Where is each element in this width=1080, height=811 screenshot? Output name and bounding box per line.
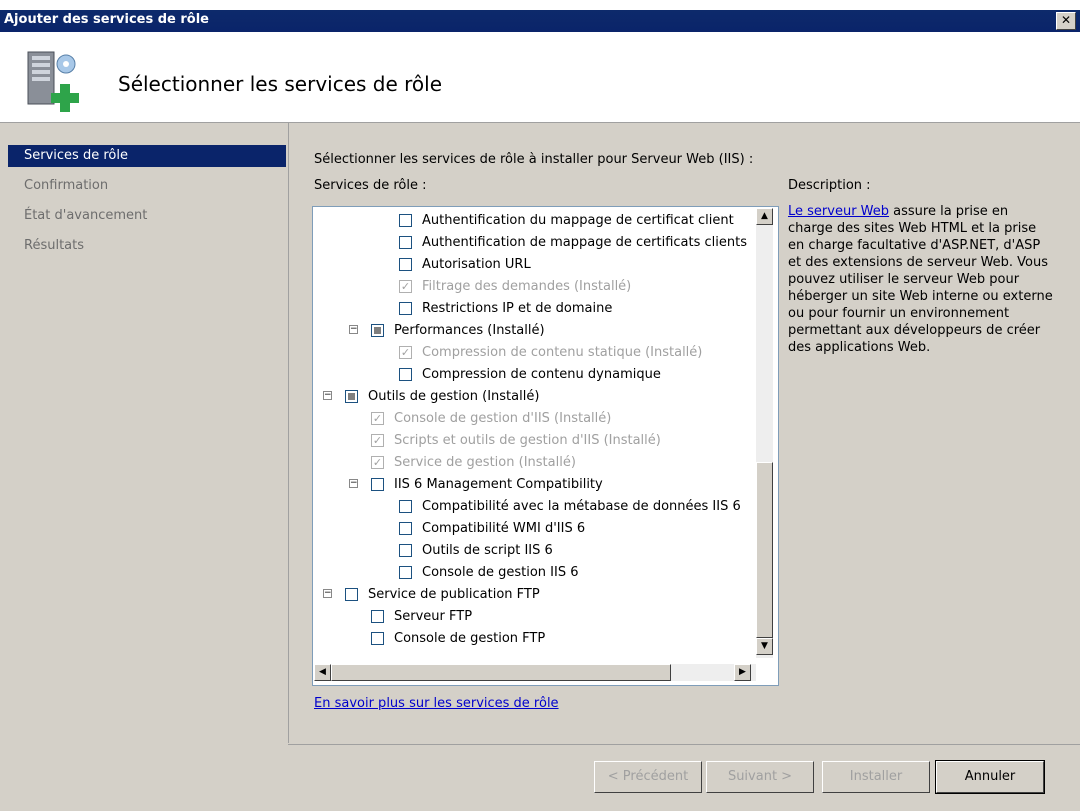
- tree-item-checkbox[interactable]: [371, 477, 384, 491]
- vertical-scroll-thumb[interactable]: [756, 462, 773, 638]
- tree-item[interactable]: Restrictions IP et de domaine: [399, 297, 612, 319]
- tree-item[interactable]: Compatibilité avec la métabase de donnée…: [399, 495, 741, 517]
- tree-item[interactable]: Outils de script IIS 6: [399, 539, 553, 561]
- tree-item-label: Autorisation URL: [422, 256, 531, 272]
- scroll-down-button[interactable]: ▼: [756, 638, 773, 655]
- tree-item-label: Service de gestion (Installé): [394, 454, 576, 470]
- install-button[interactable]: Installer: [822, 761, 930, 793]
- tree-item-label: Scripts et outils de gestion d'IIS (Inst…: [394, 432, 661, 448]
- tree-item-label: Console de gestion d'IIS (Installé): [394, 410, 612, 426]
- tree-item-checkbox[interactable]: ✓: [399, 345, 412, 359]
- tree-item-label: Console de gestion FTP: [394, 630, 546, 646]
- tree-item[interactable]: Outils de gestion (Installé): [345, 385, 539, 407]
- tree-item-checkbox[interactable]: [399, 367, 412, 381]
- tree-item-checkbox[interactable]: [371, 609, 384, 623]
- nav-item-services[interactable]: Services de rôle: [8, 145, 286, 167]
- tree-collapse-icon[interactable]: −: [349, 479, 358, 488]
- tree-item-label: Compatibilité avec la métabase de donnée…: [422, 498, 741, 514]
- tree-item-checkbox[interactable]: [399, 499, 412, 513]
- tree-item[interactable]: ✓ Console de gestion d'IIS (Installé): [371, 407, 611, 429]
- tree-item-label: Filtrage des demandes (Installé): [422, 278, 632, 294]
- tree-item[interactable]: Compression de contenu dynamique: [399, 363, 661, 385]
- tree-item-checkbox[interactable]: [399, 565, 412, 579]
- tree-item-checkbox[interactable]: [345, 389, 358, 403]
- close-button[interactable]: ✕: [1056, 12, 1076, 30]
- scroll-left-button[interactable]: ◀: [314, 664, 331, 681]
- tree-item[interactable]: Service de publication FTP: [345, 583, 540, 605]
- tree-item-label: Outils de gestion (Installé): [368, 388, 540, 404]
- tree-item[interactable]: ✓ Filtrage des demandes (Installé): [399, 275, 631, 297]
- tree-item[interactable]: ✓ Compression de contenu statique (Instal…: [399, 341, 702, 363]
- next-button[interactable]: Suivant >: [706, 761, 814, 793]
- tree-item-label: Serveur FTP: [394, 608, 473, 624]
- tree-item[interactable]: ✓ Scripts et outils de gestion d'IIS (Ins…: [371, 429, 661, 451]
- tree-item-label: Compression de contenu statique (Install…: [422, 344, 703, 360]
- nav-item-confirmation[interactable]: Confirmation: [8, 175, 286, 197]
- tree-item[interactable]: Serveur FTP: [371, 605, 472, 627]
- scroll-up-button[interactable]: ▲: [756, 208, 773, 225]
- tree-collapse-icon[interactable]: −: [349, 325, 358, 334]
- tree-item-checkbox[interactable]: ✓: [371, 455, 384, 469]
- nav-item-progress[interactable]: État d'avancement: [8, 205, 286, 227]
- description-body: assure la prise en charge des sites Web …: [788, 204, 1053, 355]
- button-bar: < Précédent Suivant > Installer Annuler: [288, 744, 1080, 811]
- tree-item[interactable]: Console de gestion IIS 6: [399, 561, 579, 583]
- tree-item-label: Authentification du mappage de certifica…: [422, 212, 734, 228]
- tree-item-label: Performances (Installé): [394, 322, 545, 338]
- cancel-button[interactable]: Annuler: [935, 760, 1045, 794]
- tree-item-checkbox[interactable]: [399, 521, 412, 535]
- tree-item-label: Console de gestion IIS 6: [422, 564, 579, 580]
- tree-item-checkbox[interactable]: [399, 257, 412, 271]
- server-add-icon: [27, 51, 79, 112]
- tree-collapse-icon[interactable]: −: [323, 391, 332, 400]
- tree-item-checkbox[interactable]: ✓: [399, 279, 412, 293]
- tree-item[interactable]: Performances (Installé): [371, 319, 545, 341]
- page-heading: Sélectionner les services de rôle: [118, 72, 443, 96]
- role-services-tree[interactable]: Authentification du mappage de certifica…: [312, 206, 779, 686]
- tree-item[interactable]: Compatibilité WMI d'IIS 6: [399, 517, 585, 539]
- tree-item[interactable]: Authentification du mappage de certifica…: [399, 209, 734, 231]
- tree-item-checkbox[interactable]: [399, 213, 412, 227]
- intro-text: Sélectionner les services de rôle à inst…: [314, 152, 754, 167]
- previous-button[interactable]: < Précédent: [594, 761, 702, 793]
- tree-item-checkbox[interactable]: [345, 587, 358, 601]
- tree-item[interactable]: Console de gestion FTP: [371, 627, 545, 649]
- tree-item-checkbox[interactable]: [371, 631, 384, 645]
- tree-item-label: Service de publication FTP: [368, 586, 540, 602]
- description-label: Description :: [788, 178, 871, 193]
- tree-item-checkbox[interactable]: [371, 323, 384, 337]
- tree-item-label: Outils de script IIS 6: [422, 542, 553, 558]
- services-label: Services de rôle :: [314, 178, 427, 193]
- tree-item-checkbox[interactable]: [399, 301, 412, 315]
- tree-item-checkbox[interactable]: [399, 543, 412, 557]
- tree-item[interactable]: Autorisation URL: [399, 253, 531, 275]
- tree-item[interactable]: Authentification de mappage de certifica…: [399, 231, 747, 253]
- horizontal-scroll-thumb[interactable]: [331, 664, 671, 681]
- tree-item-checkbox[interactable]: ✓: [371, 411, 384, 425]
- tree-item-label: Authentification de mappage de certifica…: [422, 234, 747, 250]
- window-title: Ajouter des services de rôle: [4, 12, 210, 27]
- scroll-right-button[interactable]: ▶: [734, 664, 751, 681]
- tree-item-checkbox[interactable]: ✓: [371, 433, 384, 447]
- tree-item[interactable]: IIS 6 Management Compatibility: [371, 473, 603, 495]
- wizard-step-nav: Services de rôle Confirmation État d'ava…: [0, 123, 288, 810]
- learn-more-link[interactable]: En savoir plus sur les services de rôle: [314, 696, 559, 711]
- tree-item[interactable]: ✓ Service de gestion (Installé): [371, 451, 576, 473]
- title-bar: Ajouter des services de rôle ✕: [0, 0, 1080, 36]
- web-server-link[interactable]: Le serveur Web: [788, 204, 889, 219]
- tree-collapse-icon[interactable]: −: [323, 589, 332, 598]
- tree-item-label: Restrictions IP et de domaine: [422, 300, 613, 316]
- tree-item-label: IIS 6 Management Compatibility: [394, 476, 603, 492]
- tree-item-label: Compatibilité WMI d'IIS 6: [422, 520, 586, 536]
- nav-item-results[interactable]: Résultats: [8, 235, 286, 257]
- wizard-header: Sélectionner les services de rôle: [0, 36, 1080, 123]
- tree-item-checkbox[interactable]: [399, 235, 412, 249]
- tree-item-label: Compression de contenu dynamique: [422, 366, 661, 382]
- description-text: Le serveur Web assure la prise en charge…: [788, 203, 1054, 356]
